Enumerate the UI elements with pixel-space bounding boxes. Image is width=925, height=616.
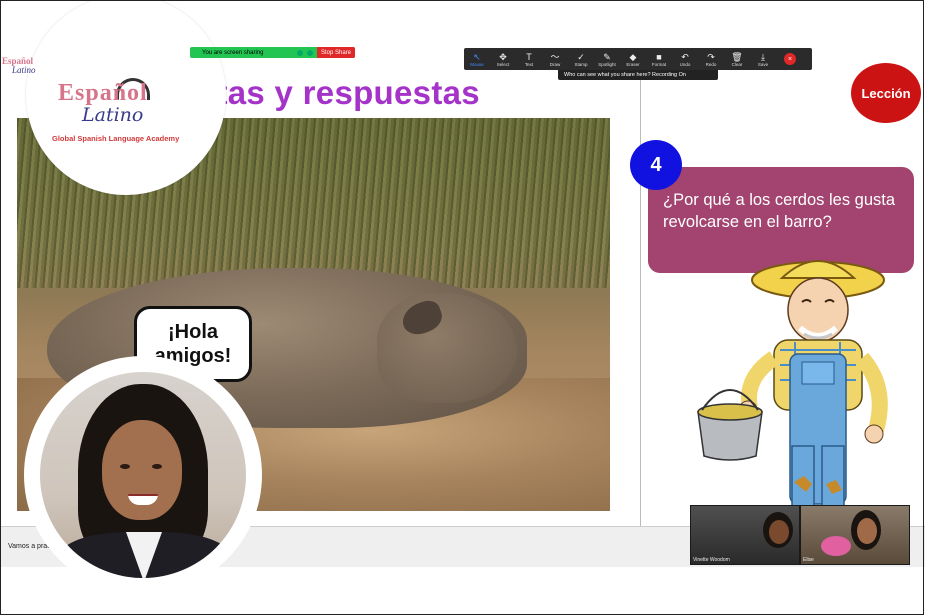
tool-clear-button[interactable]: 🗑 Clear [724, 52, 750, 67]
mini-logo-sub: Latino [12, 65, 36, 75]
tool-redo-button[interactable]: ↷ Redo [698, 52, 724, 67]
stamp-icon: ✓ [577, 51, 585, 62]
tool-label: Redo [705, 61, 717, 67]
tool-label: Spotlight [598, 61, 616, 67]
tool-format-button[interactable]: ■ Format [646, 52, 672, 67]
spotlight-icon: ✎ [603, 51, 611, 62]
mini-logo: Español Latino [2, 57, 36, 75]
logo-wordmark: Español [58, 80, 148, 106]
slide-title: ntas y respuestas [196, 74, 480, 111]
participant-tile[interactable]: Elise [801, 506, 909, 564]
undo-icon: ↶ [681, 51, 689, 62]
chat-preview-text: Vamos a prac [8, 543, 51, 550]
tool-label: Clear [731, 61, 743, 67]
tool-label: Select [496, 61, 510, 67]
recording-notice[interactable]: Who can see what you share here? Recordi… [558, 70, 718, 80]
shield-icon [306, 49, 313, 56]
lesson-button-label: Lección [861, 85, 911, 101]
tool-label: Eraser [626, 61, 640, 67]
format-icon: ■ [656, 51, 662, 62]
slide-divider [640, 48, 641, 526]
participant-video-tiles: Vinette Woodom Elise [690, 505, 910, 565]
annotation-toolbar: ↖ Mouse ✥ Select T Text 〜 Draw ✓ Stamp ✎ Spotlight ◆… [464, 48, 812, 70]
clear-trash-icon: 🗑 [731, 51, 743, 62]
draw-icon: 〜 [550, 51, 560, 62]
mouse-pointer-icon: ↖ [473, 51, 481, 62]
logo-tagline: Global Spanish Language Academy [52, 134, 180, 143]
tool-save-button[interactable]: ⤓ Save [750, 52, 776, 67]
stop-share-label: Stop Share [320, 49, 351, 56]
participant-name: Vinette Woodom [693, 557, 730, 563]
lesson-button[interactable]: Lección [851, 63, 921, 123]
question-number-badge: 4 [630, 140, 682, 190]
redo-icon: ↷ [707, 51, 715, 62]
eraser-icon: ◆ [629, 51, 637, 62]
screen-sharing-bar: You are screen sharing Stop Share [190, 47, 355, 58]
tool-label: Stamp [574, 61, 588, 67]
tool-eraser-button[interactable]: ◆ Eraser [620, 52, 646, 67]
tool-stamp-button[interactable]: ✓ Stamp [568, 52, 594, 67]
text-icon: T [526, 51, 532, 62]
tool-draw-button[interactable]: 〜 Draw [542, 52, 568, 67]
tool-label: Save [757, 61, 769, 67]
stop-share-button[interactable]: Stop Share [316, 47, 355, 58]
tool-undo-button[interactable]: ↶ Undo [672, 52, 698, 67]
question-number: 4 [650, 153, 662, 176]
tool-label: Draw [549, 61, 561, 67]
tool-label: Undo [679, 61, 691, 67]
teacher-eye-left [120, 464, 130, 469]
logo-subtitle: Latino [82, 104, 144, 126]
tool-mouse-button[interactable]: ↖ Mouse [464, 52, 490, 67]
participant-tile[interactable]: Vinette Woodom [691, 506, 799, 564]
tool-label: Format [651, 61, 667, 67]
tool-text-button[interactable]: T Text [516, 52, 542, 67]
farmer-illustration [697, 260, 888, 507]
sharing-status-text: You are screen sharing [202, 49, 264, 56]
participant-name: Elise [803, 557, 814, 563]
teacher-eye-right [152, 464, 162, 469]
tool-spotlight-button[interactable]: ✎ Spotlight [594, 52, 620, 67]
teacher-webcam-video [40, 372, 246, 578]
question-text: ¿Por qué a los cerdos les gusta revolcar… [663, 191, 896, 231]
tool-label: Text [524, 61, 534, 67]
select-move-icon: ✥ [499, 51, 507, 62]
recording-notice-text: Who can see what you share here? Recordi… [564, 72, 686, 78]
pig-head [377, 293, 517, 403]
tool-select-button[interactable]: ✥ Select [490, 52, 516, 67]
close-toolbar-icon[interactable]: × [784, 53, 796, 65]
save-icon: ⤓ [761, 51, 765, 62]
sharing-indicator-icon [296, 49, 303, 56]
tool-label: Mouse [470, 61, 484, 67]
teacher-face [102, 420, 182, 520]
